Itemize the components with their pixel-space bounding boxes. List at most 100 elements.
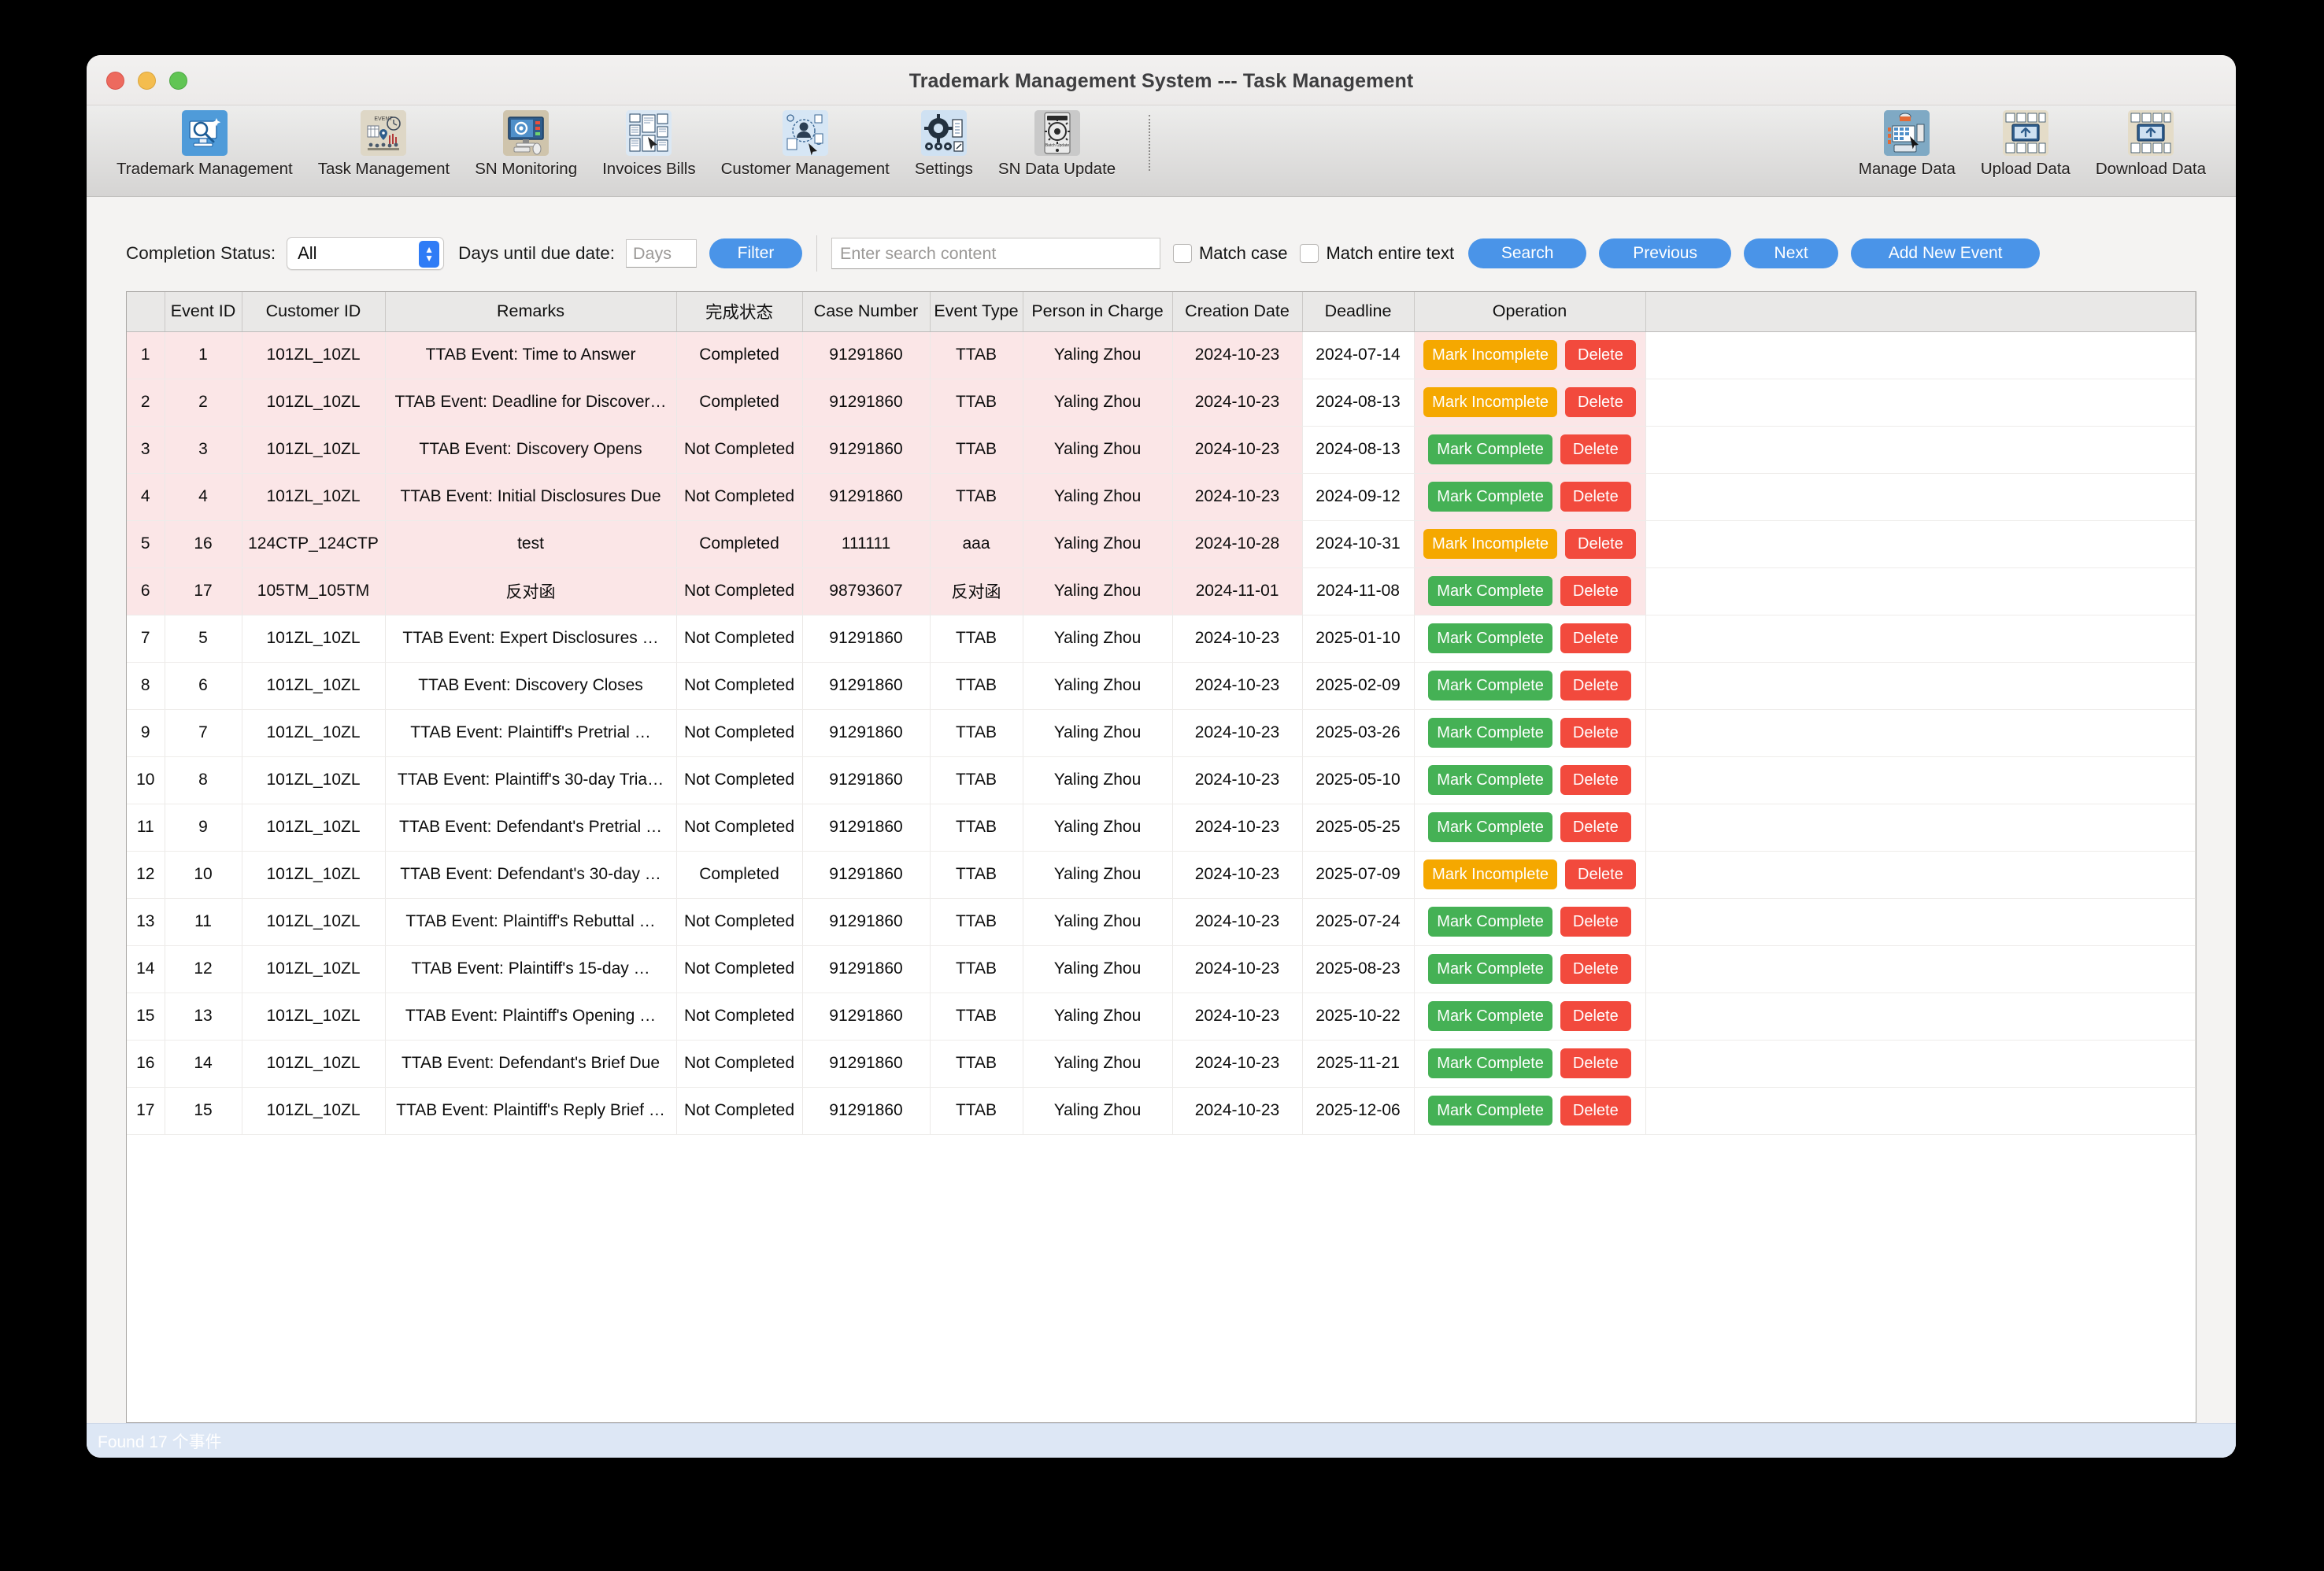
delete-button[interactable]: Delete (1565, 340, 1636, 370)
toolbar-item-trademark-management[interactable]: Trademark Management (104, 110, 305, 179)
delete-button[interactable]: Delete (1560, 954, 1631, 984)
mark-complete-button[interactable]: Mark Complete (1428, 576, 1552, 606)
row-number-header[interactable]: 8 (127, 662, 165, 710)
mark-complete-button[interactable]: Mark Complete (1428, 1096, 1552, 1126)
search-input[interactable]: Enter search content (831, 238, 1160, 269)
table-row[interactable]: 10 8 101ZL_10ZL TTAB Event: Plaintiff's 30-… (127, 756, 2196, 804)
match-entire-text-checkbox[interactable] (1300, 244, 1319, 263)
table-row[interactable]: 6 17 105TM_105TM 反对函 Not Completed 98793607 反对… (127, 567, 2196, 615)
row-number-header[interactable]: 4 (127, 473, 165, 521)
row-number-header[interactable]: 15 (127, 993, 165, 1041)
mark-complete-button[interactable]: Mark Complete (1428, 765, 1552, 795)
column-header-remarks[interactable]: Remarks (385, 292, 677, 332)
mark-incomplete-button[interactable]: Mark Incomplete (1423, 340, 1558, 370)
column-header-event-type[interactable]: Event Type (930, 292, 1023, 332)
match-case-checkbox-wrap[interactable]: Match case (1172, 243, 1287, 264)
table-row[interactable]: 3 3 101ZL_10ZL TTAB Event: Discovery Opens N… (127, 426, 2196, 474)
delete-button[interactable]: Delete (1565, 529, 1636, 559)
toolbar-item-task-management[interactable]: EVENT Task Management (305, 110, 463, 179)
row-number-header[interactable]: 3 (127, 426, 165, 474)
row-number-header[interactable]: 17 (127, 1087, 165, 1135)
toolbar-item-upload-data[interactable]: Upload Data (1968, 110, 2083, 179)
mark-complete-button[interactable]: Mark Complete (1428, 718, 1552, 748)
events-table-container[interactable]: Event ID Customer ID Remarks 完成状态 Case N… (126, 291, 2196, 1423)
column-header-operation[interactable]: Operation (1414, 292, 1646, 332)
add-new-event-button[interactable]: Add New Event (1851, 238, 2041, 268)
delete-button[interactable]: Delete (1560, 671, 1631, 700)
delete-button[interactable]: Delete (1565, 387, 1636, 417)
stepper-arrows-icon[interactable]: ▲ ▼ (419, 241, 440, 268)
delete-button[interactable]: Delete (1560, 812, 1631, 842)
delete-button[interactable]: Delete (1560, 576, 1631, 606)
mark-complete-button[interactable]: Mark Complete (1428, 954, 1552, 984)
delete-button[interactable]: Delete (1560, 1096, 1631, 1126)
table-row[interactable]: 5 16 124CTP_124CTP test Completed 111111 aaa Ya… (127, 520, 2196, 568)
column-header-trailing[interactable] (1645, 292, 2196, 332)
row-number-header[interactable]: 6 (127, 567, 165, 615)
mark-complete-button[interactable]: Mark Complete (1428, 623, 1552, 653)
previous-button[interactable]: Previous (1599, 238, 1732, 268)
row-number-header[interactable]: 5 (127, 520, 165, 568)
completion-status-select[interactable]: All ▲ ▼ (287, 237, 445, 270)
row-number-header[interactable]: 12 (127, 851, 165, 899)
mark-incomplete-button[interactable]: Mark Incomplete (1423, 387, 1558, 417)
search-button[interactable]: Search (1468, 238, 1587, 268)
mark-complete-button[interactable]: Mark Complete (1428, 434, 1552, 464)
column-header-completion-status[interactable]: 完成状态 (676, 292, 803, 332)
mark-complete-button[interactable]: Mark Complete (1428, 907, 1552, 937)
row-number-header[interactable]: 10 (127, 756, 165, 804)
delete-button[interactable]: Delete (1560, 907, 1631, 937)
mark-complete-button[interactable]: Mark Complete (1428, 482, 1552, 512)
table-row[interactable]: 8 6 101ZL_10ZL TTAB Event: Discovery Closes… (127, 662, 2196, 710)
table-row[interactable]: 13 11 101ZL_10ZL TTAB Event: Plaintiff's Re… (127, 898, 2196, 946)
column-header-deadline[interactable]: Deadline (1302, 292, 1415, 332)
column-header-event-id[interactable]: Event ID (165, 292, 242, 332)
toolbar-item-manage-data[interactable]: Manage Data (1846, 110, 1968, 179)
table-row[interactable]: 14 12 101ZL_10ZL TTAB Event: Plaintiff's 15… (127, 945, 2196, 993)
row-number-header[interactable]: 13 (127, 898, 165, 946)
column-header-person-in-charge[interactable]: Person in Charge (1023, 292, 1173, 332)
row-number-header[interactable]: 7 (127, 615, 165, 663)
mark-complete-button[interactable]: Mark Complete (1428, 812, 1552, 842)
toolbar-item-customer-management[interactable]: Customer Management (709, 110, 902, 179)
delete-button[interactable]: Delete (1560, 482, 1631, 512)
delete-button[interactable]: Delete (1560, 765, 1631, 795)
row-number-header[interactable]: 14 (127, 945, 165, 993)
mark-complete-button[interactable]: Mark Complete (1428, 1001, 1552, 1031)
table-row[interactable]: 2 2 101ZL_10ZL TTAB Event: Deadline for Dis… (127, 379, 2196, 427)
row-number-header[interactable]: 11 (127, 804, 165, 852)
delete-button[interactable]: Delete (1560, 718, 1631, 748)
table-row[interactable]: 4 4 101ZL_10ZL TTAB Event: Initial Disclosu… (127, 473, 2196, 521)
table-row[interactable]: 16 14 101ZL_10ZL TTAB Event: Defendant's Br… (127, 1040, 2196, 1088)
row-number-header[interactable]: 1 (127, 331, 165, 379)
table-row[interactable]: 12 10 101ZL_10ZL TTAB Event: Defendant's 30… (127, 851, 2196, 899)
column-header-case-number[interactable]: Case Number (802, 292, 931, 332)
match-case-checkbox[interactable] (1172, 244, 1192, 263)
days-until-due-input[interactable]: Days (625, 239, 697, 268)
mark-complete-button[interactable]: Mark Complete (1428, 671, 1552, 700)
table-row[interactable]: 11 9 101ZL_10ZL TTAB Event: Defendant's Pre… (127, 804, 2196, 852)
table-row[interactable]: 1 1 101ZL_10ZL TTAB Event: Time to Answer Co… (127, 331, 2196, 379)
next-button[interactable]: Next (1744, 238, 1839, 268)
mark-incomplete-button[interactable]: Mark Incomplete (1423, 859, 1558, 889)
table-row[interactable]: 15 13 101ZL_10ZL TTAB Event: Plaintiff's Op… (127, 993, 2196, 1041)
table-row[interactable]: 9 7 101ZL_10ZL TTAB Event: Plaintiff's Pret… (127, 709, 2196, 757)
row-number-header[interactable]: 2 (127, 379, 165, 427)
table-row[interactable]: 7 5 101ZL_10ZL TTAB Event: Expert Disclosur… (127, 615, 2196, 663)
table-row[interactable]: 17 15 101ZL_10ZL TTAB Event: Plaintiff's Re… (127, 1087, 2196, 1135)
toolbar-item-settings[interactable]: Settings (902, 110, 986, 179)
delete-button[interactable]: Delete (1560, 1001, 1631, 1031)
column-header-creation-date[interactable]: Creation Date (1172, 292, 1303, 332)
filter-button[interactable]: Filter (709, 238, 802, 268)
toolbar-item-invoices-bills[interactable]: Invoices Bills (590, 110, 709, 179)
toolbar-item-download-data[interactable]: Download Data (2083, 110, 2219, 179)
delete-button[interactable]: Delete (1565, 859, 1636, 889)
toolbar-item-sn-data-update[interactable]: Batch Update SN Data Update (986, 110, 1128, 179)
mark-complete-button[interactable]: Mark Complete (1428, 1048, 1552, 1078)
column-header-customer-id[interactable]: Customer ID (242, 292, 386, 332)
mark-incomplete-button[interactable]: Mark Incomplete (1423, 529, 1558, 559)
delete-button[interactable]: Delete (1560, 1048, 1631, 1078)
row-number-header[interactable]: 9 (127, 709, 165, 757)
delete-button[interactable]: Delete (1560, 623, 1631, 653)
delete-button[interactable]: Delete (1560, 434, 1631, 464)
